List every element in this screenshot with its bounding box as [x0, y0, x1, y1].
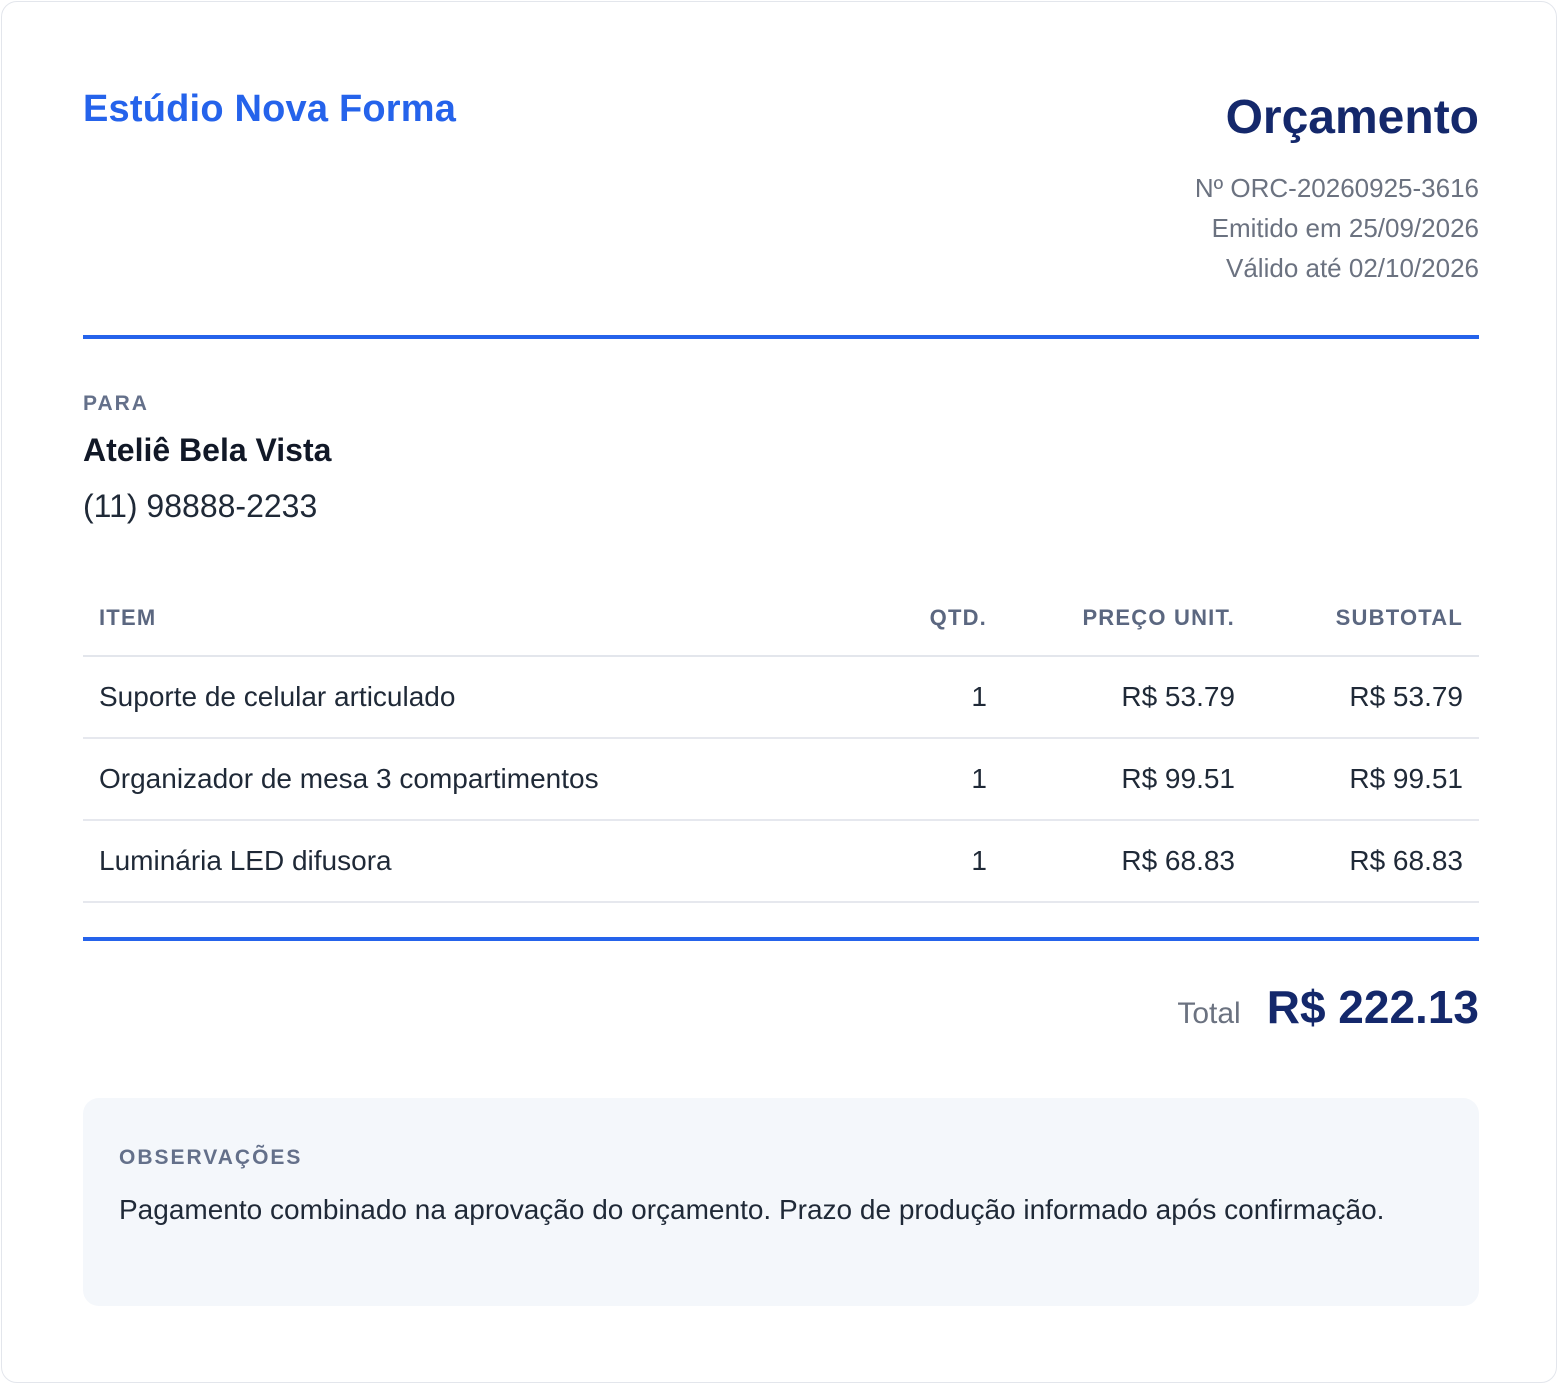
- column-header-item: ITEM: [83, 580, 863, 657]
- total-row: Total R$ 222.13: [1177, 980, 1479, 1034]
- items-table: ITEM QTD. PREÇO UNIT. SUBTOTAL Suporte d…: [83, 580, 1479, 903]
- item-unit-price: R$ 53.79: [1003, 656, 1251, 739]
- client-name: Ateliê Bela Vista: [83, 432, 332, 468]
- item-qty: 1: [863, 820, 1003, 903]
- item-description: Luminária LED difusora: [83, 820, 863, 903]
- total-label: Total: [1177, 997, 1241, 1030]
- items-table-header: ITEM QTD. PREÇO UNIT. SUBTOTAL: [83, 580, 1479, 657]
- item-subtotal: R$ 68.83: [1251, 820, 1479, 903]
- column-header-unit-price: PREÇO UNIT.: [1003, 580, 1251, 657]
- quote-card: Estúdio Nova Forma Orçamento Nº ORC-2026…: [1, 1, 1557, 1383]
- table-row: Suporte de celular articulado 1 R$ 53.79…: [83, 656, 1479, 739]
- notes-box: OBSERVAÇÕES Pagamento combinado na aprov…: [83, 1098, 1479, 1306]
- total-value: R$ 222.13: [1266, 981, 1479, 1033]
- client-phone: (11) 98888-2233: [83, 488, 318, 524]
- document-meta: Nº ORC-20260925-3616 Emitido em 25/09/20…: [1195, 168, 1479, 288]
- column-header-qty: QTD.: [863, 580, 1003, 657]
- item-description: Suporte de celular articulado: [83, 656, 863, 739]
- item-qty: 1: [863, 738, 1003, 821]
- document-title: Orçamento: [1225, 91, 1479, 144]
- item-unit-price: R$ 68.83: [1003, 820, 1251, 903]
- item-qty: 1: [863, 656, 1003, 739]
- brand-name: Estúdio Nova Forma: [83, 88, 457, 130]
- item-unit-price: R$ 99.51: [1003, 738, 1251, 821]
- header-divider: [83, 335, 1479, 339]
- notes-text: Pagamento combinado na aprovação do orça…: [119, 1194, 1385, 1225]
- document-number: Nº ORC-20260925-3616: [1194, 173, 1479, 203]
- column-header-subtotal: SUBTOTAL: [1251, 580, 1479, 657]
- total-divider: [83, 937, 1479, 941]
- item-subtotal: R$ 99.51: [1251, 738, 1479, 821]
- item-subtotal: R$ 53.79: [1251, 656, 1479, 739]
- document-issued-date: Emitido em 25/09/2026: [1211, 213, 1479, 243]
- notes-label: OBSERVAÇÕES: [119, 1146, 303, 1169]
- table-row: Luminária LED difusora 1 R$ 68.83 R$ 68.…: [83, 820, 1479, 903]
- document-valid-until: Válido até 02/10/2026: [1226, 253, 1479, 283]
- client-section-label: PARA: [83, 392, 149, 415]
- table-row: Organizador de mesa 3 compartimentos 1 R…: [83, 738, 1479, 821]
- item-description: Organizador de mesa 3 compartimentos: [83, 738, 863, 821]
